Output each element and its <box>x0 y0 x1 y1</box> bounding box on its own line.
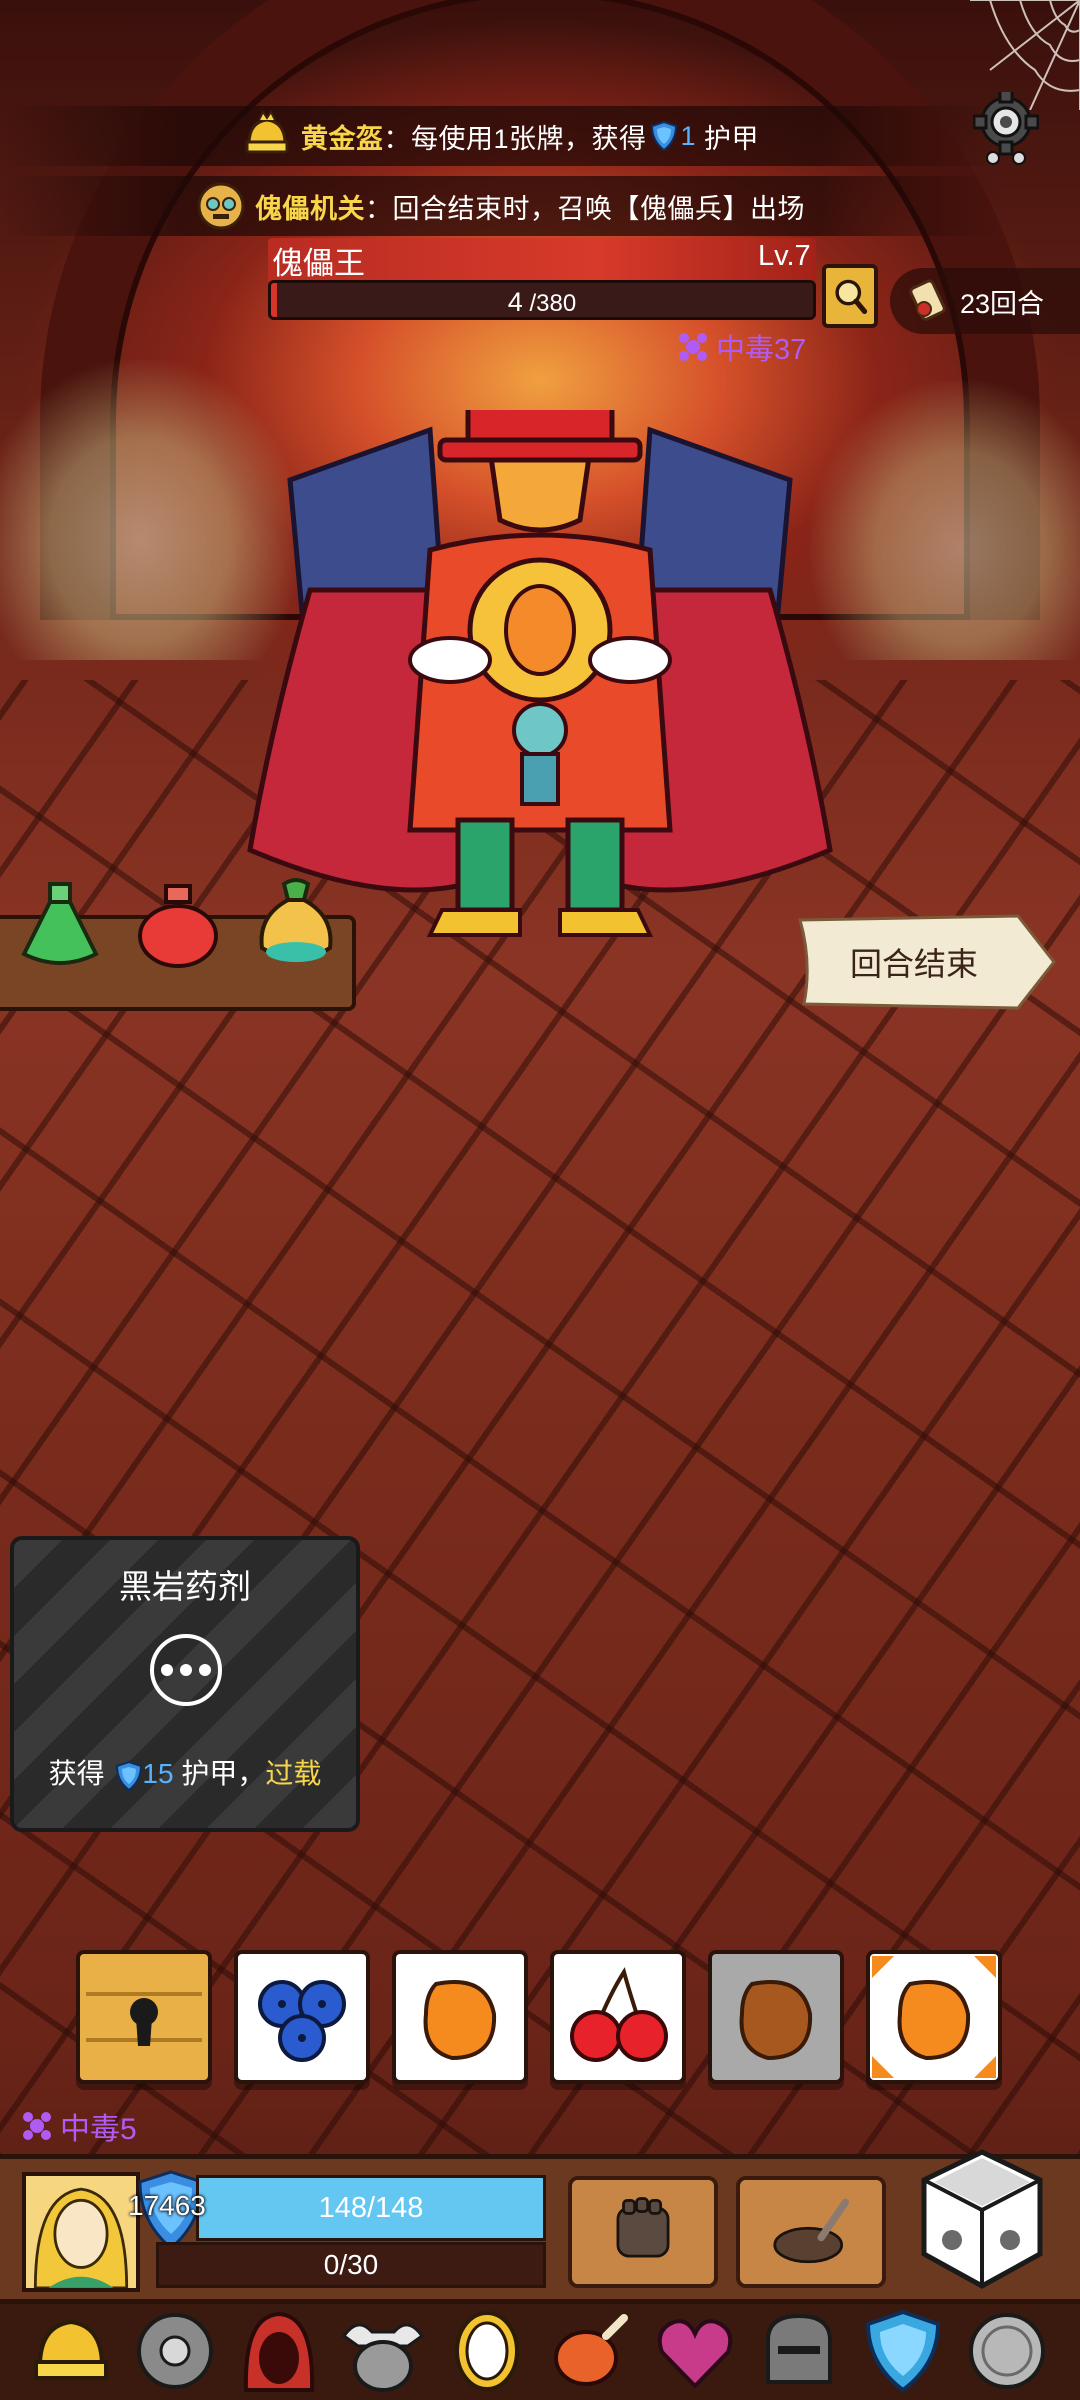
mango-icon <box>872 1956 996 2078</box>
dice-slot-locked[interactable] <box>76 1950 212 2084</box>
dice-slot-used[interactable] <box>708 1950 844 2084</box>
puppet-mechanism-icon <box>197 182 245 230</box>
boss-hp-bar: 4 /380 <box>268 280 816 320</box>
dice-slot-selected[interactable] <box>866 1950 1002 2084</box>
scroll-icon <box>909 279 946 321</box>
poison-icon <box>23 2112 51 2140</box>
puppet-king-boss[interactable] <box>230 410 850 950</box>
player-hp-bar: 148/148 <box>196 2175 546 2241</box>
player-hp-text: 148/148 <box>318 2191 424 2224</box>
buff-name: 傀儡机关 <box>255 193 365 224</box>
turn-count: 23回合 <box>960 288 1045 319</box>
buff-golden-helmet[interactable]: 黄金盔 ： 每使用1张牌，获得 1 护甲 <box>0 106 1000 166</box>
card-armor-value: 15 <box>142 1758 174 1789</box>
boss-hp-max: /380 <box>529 290 577 317</box>
fist-skill-icon[interactable] <box>568 2176 718 2288</box>
mango-icon <box>739 1980 813 2061</box>
roll-dice-icon[interactable] <box>912 2144 1052 2294</box>
end-turn-button[interactable]: 回合结束 <box>796 914 1058 1010</box>
buff-desc: 每使用1张牌，获得 <box>410 123 647 154</box>
player-avatar[interactable] <box>22 2172 140 2292</box>
green-potion-icon[interactable] <box>12 876 108 972</box>
bone-pile-right <box>810 380 1080 660</box>
buff-separator: ： <box>365 193 393 224</box>
buff-armor-value: 1 <box>680 120 697 151</box>
player-poison-status: 中毒5 <box>20 2104 137 2148</box>
buff-separator: ： <box>383 123 411 154</box>
dig-skill-icon[interactable] <box>736 2176 886 2288</box>
player-energy-bar: 0/30 <box>156 2242 546 2288</box>
buff-name: 黄金盔 <box>300 123 384 154</box>
coin-icon[interactable] <box>962 2306 1052 2396</box>
blueberry-icon <box>258 1980 346 2062</box>
winged-pot-icon[interactable] <box>338 2306 428 2396</box>
end-turn-label: 回合结束 <box>849 946 978 982</box>
heart-icon[interactable] <box>650 2306 740 2396</box>
golden-helmet-icon <box>245 110 289 154</box>
settings-gear-icon[interactable] <box>973 92 1039 166</box>
card-description: 获得 15 护甲，过载 <box>14 1752 356 1792</box>
boss-level: Lv.7 <box>758 240 811 272</box>
iron-helmet-icon[interactable] <box>754 2306 844 2396</box>
dice-slot[interactable] <box>234 1950 370 2084</box>
player-energy-text: 0/30 <box>323 2249 379 2280</box>
teal-potion-icon[interactable] <box>248 876 344 972</box>
boss-hp-current: 4 <box>507 287 523 317</box>
more-options-icon[interactable] <box>150 1634 222 1706</box>
dice-slot[interactable] <box>550 1950 686 2084</box>
turn-counter: 23回合 <box>890 268 1080 334</box>
cherry-icon <box>570 1967 668 2062</box>
buff-desc: 回合结束时，召唤【傀儡兵】出场 <box>392 193 805 224</box>
card-desc-prefix: 获得 <box>48 1758 105 1789</box>
blue-shield-icon[interactable] <box>858 2306 948 2396</box>
red-potion-icon[interactable] <box>130 876 226 972</box>
armor-shield-icon <box>650 121 677 151</box>
buff-puppet-mechanism[interactable]: 傀儡机关 ： 回合结束时，召唤【傀儡兵】出场 <box>0 176 1000 236</box>
mirror-icon[interactable] <box>442 2306 532 2396</box>
red-hood-icon[interactable] <box>234 2306 324 2396</box>
armor-shield-icon <box>116 1760 143 1791</box>
player-armor-value: 17463 <box>128 2190 206 2221</box>
boss-poison-label: 中毒37 <box>716 334 807 366</box>
boss-name: 傀儡王 <box>272 246 365 281</box>
player-poison-label: 中毒5 <box>60 2113 137 2146</box>
meat-icon[interactable] <box>546 2306 636 2396</box>
card-tooltip: 黑岩药剂 获得 15 护甲，过载 <box>10 1536 360 1832</box>
inspect-magnifier-icon[interactable] <box>822 264 878 328</box>
card-desc-mid: 护甲， <box>181 1758 266 1789</box>
card-keyword-overload[interactable]: 过载 <box>265 1758 321 1789</box>
poison-icon <box>679 333 707 361</box>
mango-icon <box>423 1980 497 2061</box>
dice-slot[interactable] <box>392 1950 528 2084</box>
buff-desc-suffix: 护甲 <box>704 123 760 154</box>
sawblade-icon[interactable] <box>130 2306 220 2396</box>
boss-poison-status: 中毒37 <box>676 326 806 368</box>
lock-chest-icon <box>86 1960 202 2074</box>
boss-hp-text: 4 /380 <box>271 287 813 317</box>
golden-helmet-icon[interactable] <box>26 2306 116 2396</box>
card-title: 黑岩药剂 <box>119 1568 251 1605</box>
